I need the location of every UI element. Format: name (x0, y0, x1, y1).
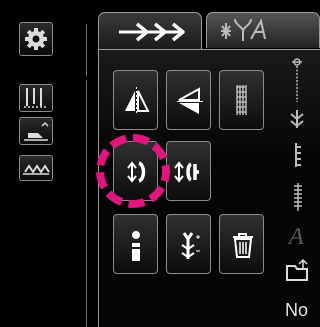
feed-dog-button[interactable] (19, 155, 53, 181)
embroidery-alphabet-icon (221, 18, 266, 41)
presser-foot-icon (24, 121, 49, 141)
mirror-vertical-icon (125, 87, 150, 115)
single-pattern-button[interactable] (113, 214, 158, 274)
delete-icon (233, 233, 253, 258)
svg-text:A: A (287, 224, 304, 250)
presser-foot-pressure-icon (292, 58, 302, 102)
presser-foot-button[interactable] (19, 117, 53, 145)
stitch-pattern-icon (119, 22, 185, 42)
needle-position-icon (24, 88, 48, 108)
stitch-density-icon (236, 85, 247, 115)
feed-dog-icon (23, 164, 50, 175)
stitch-width-icon (174, 161, 199, 183)
tension-icon (181, 232, 200, 259)
tension-button[interactable] (166, 214, 211, 274)
bottom-label: No (285, 300, 309, 320)
alphabet-icon: A (287, 224, 304, 250)
tab-stitch-patterns[interactable] (98, 12, 202, 50)
stitch-sample-1-icon (295, 143, 301, 167)
mirror-vertical-button[interactable] (113, 70, 158, 130)
gear-icon (25, 28, 47, 50)
stitch-width-button[interactable] (166, 141, 211, 201)
mirror-horizontal-icon (177, 87, 203, 114)
delete-button[interactable] (219, 214, 264, 274)
stitch-density-button[interactable] (219, 70, 264, 130)
stitch-sample-2-icon (294, 183, 302, 211)
highlight-circle (96, 134, 170, 208)
single-pattern-icon (132, 231, 140, 261)
needle-icon (290, 110, 304, 128)
folder-icon (286, 258, 308, 281)
settings-button[interactable] (19, 22, 53, 56)
tab-embroidery-alphabet[interactable] (206, 12, 320, 48)
mirror-horizontal-button[interactable] (166, 70, 211, 130)
needle-stop-button[interactable] (19, 84, 53, 112)
